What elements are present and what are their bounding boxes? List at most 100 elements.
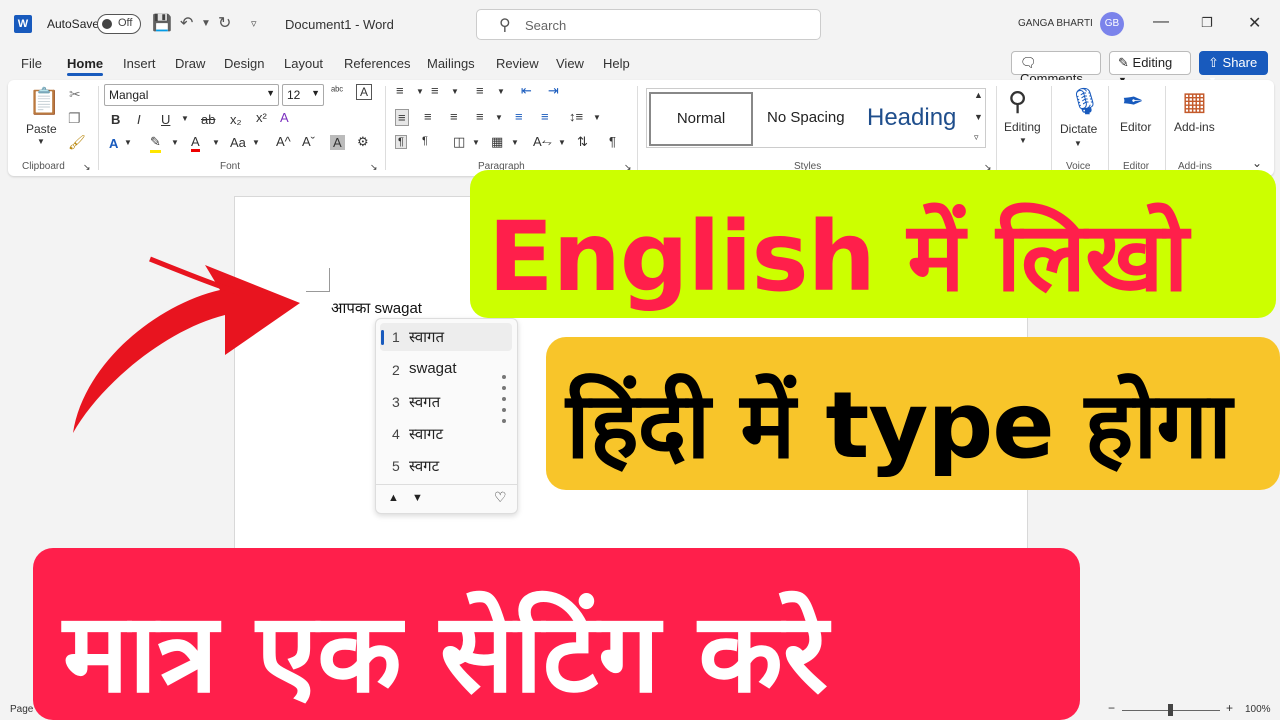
decrease-indent-icon[interactable]: ⇤: [521, 83, 532, 99]
candidate-item[interactable]: 3 स्वगत: [380, 388, 512, 416]
tab-mailings[interactable]: Mailings: [427, 56, 475, 71]
avatar[interactable]: GB: [1100, 12, 1124, 36]
style-no-spacing[interactable]: No Spacing: [767, 109, 845, 126]
font-size-down-icon[interactable]: Aa: [230, 135, 246, 150]
superscript-icon[interactable]: x²: [256, 110, 267, 125]
microphone-icon[interactable]: 🎙: [1068, 86, 1101, 117]
copy-icon[interactable]: ❐: [68, 110, 81, 127]
autosave-toggle[interactable]: Off: [97, 14, 141, 34]
editor-pen-icon[interactable]: ✒: [1122, 86, 1144, 117]
restore-icon[interactable]: ❐: [1201, 15, 1213, 31]
candidate-item[interactable]: 5 स्वगट: [380, 452, 512, 480]
document-text[interactable]: आपका swagat: [331, 298, 422, 318]
columns-icon[interactable]: ≡: [541, 109, 549, 124]
candidate-item[interactable]: 4 स्वागट: [380, 420, 512, 448]
tab-home[interactable]: Home: [67, 56, 103, 71]
enclose-characters-icon[interactable]: ⚙: [357, 134, 369, 150]
paste-label[interactable]: Paste: [26, 122, 57, 136]
tab-view[interactable]: View: [556, 56, 584, 71]
grow-font-icon[interactable]: A^: [276, 134, 291, 149]
paste-dropdown-icon[interactable]: ▼: [37, 137, 45, 146]
styles-more-icon[interactable]: ▿: [974, 132, 979, 143]
chevron-down-icon[interactable]: ▼: [212, 138, 220, 147]
page-down-icon[interactable]: ▼: [412, 492, 423, 504]
italic-icon[interactable]: I: [137, 112, 141, 127]
candidate-item[interactable]: 1 स्वागत: [380, 323, 512, 351]
borders-icon[interactable]: ▦: [491, 134, 503, 150]
undo-icon[interactable]: ↶: [180, 13, 193, 33]
tab-file[interactable]: File: [21, 56, 42, 71]
comments-button[interactable]: 🗨 Comments: [1011, 51, 1101, 86]
chevron-down-icon[interactable]: ▼: [558, 138, 566, 147]
chevron-down-icon[interactable]: ▼: [124, 138, 132, 147]
ribbon-collapse-icon[interactable]: ⌄: [1252, 156, 1262, 170]
dictate-button[interactable]: Dictate: [1060, 122, 1097, 136]
clear-formatting-icon[interactable]: A: [356, 84, 373, 100]
text-effects-icon[interactable]: A: [109, 136, 118, 151]
editing-group-button[interactable]: Editing: [1004, 120, 1041, 134]
editing-mode-button[interactable]: ✎ Editing ▼: [1109, 51, 1191, 85]
rtl-direction-icon[interactable]: ¶: [422, 135, 428, 147]
tab-design[interactable]: Design: [224, 56, 264, 71]
chevron-down-icon[interactable]: ▼: [495, 113, 503, 122]
distributed-icon[interactable]: ≡: [515, 109, 523, 124]
font-name-select[interactable]: Mangal ▼: [104, 84, 279, 106]
sort-icon[interactable]: ⇅: [577, 134, 588, 150]
undo-dropdown-icon[interactable]: ▼: [201, 18, 211, 29]
save-icon[interactable]: 💾: [152, 13, 172, 33]
subscript-icon[interactable]: x₂: [230, 112, 242, 127]
font-launcher-icon[interactable]: ↘: [370, 162, 378, 173]
tab-layout[interactable]: Layout: [284, 56, 323, 71]
numbering-icon[interactable]: ≡: [431, 83, 439, 98]
underline-icon[interactable]: U: [161, 112, 170, 127]
chevron-down-icon[interactable]: ▼: [1074, 139, 1082, 148]
add-ins-grid-icon[interactable]: ▦: [1182, 86, 1207, 117]
clipboard-launcher-icon[interactable]: ↘: [83, 162, 91, 173]
style-normal[interactable]: Normal: [649, 92, 753, 146]
chevron-down-icon[interactable]: ▼: [511, 138, 519, 147]
font-color-icon[interactable]: A: [191, 134, 200, 152]
search-box[interactable]: ⚲ Search: [476, 9, 821, 40]
align-right-icon[interactable]: ≡: [450, 109, 458, 124]
close-icon[interactable]: ✕: [1248, 13, 1261, 33]
highlight-color-icon[interactable]: ✎: [150, 134, 161, 153]
chevron-down-icon[interactable]: ▼: [1019, 136, 1027, 145]
redo-icon[interactable]: ↻: [218, 13, 231, 33]
customize-toolbar-icon[interactable]: ▿: [251, 17, 257, 30]
minimize-icon[interactable]: —: [1153, 13, 1169, 31]
ime-scroll-dots-icon[interactable]: [502, 375, 506, 430]
tab-draw[interactable]: Draw: [175, 56, 205, 71]
paste-icon[interactable]: 📋: [28, 86, 60, 117]
character-shading-icon[interactable]: A: [330, 135, 345, 150]
justify-icon[interactable]: ≡: [476, 109, 484, 124]
chevron-down-icon[interactable]: ▼: [472, 138, 480, 147]
line-spacing-icon[interactable]: ↕≡: [569, 109, 583, 124]
styles-scroll-up-icon[interactable]: ▲: [974, 90, 983, 100]
bullets-icon[interactable]: ≡: [396, 83, 404, 98]
shading-icon[interactable]: ◫: [453, 134, 465, 150]
tab-review[interactable]: Review: [496, 56, 539, 71]
style-heading[interactable]: Heading: [867, 104, 956, 132]
zoom-in-icon[interactable]: +: [1226, 701, 1233, 715]
chevron-down-icon[interactable]: ▼: [451, 87, 459, 96]
bold-icon[interactable]: B: [111, 112, 120, 127]
show-formatting-icon[interactable]: ¶: [609, 134, 616, 149]
add-ins-button[interactable]: Add-ins: [1174, 120, 1215, 134]
tab-references[interactable]: References: [344, 56, 410, 71]
asian-layout-icon[interactable]: A⥊: [533, 134, 552, 150]
editor-button[interactable]: Editor: [1120, 120, 1151, 134]
page-up-icon[interactable]: ▲: [388, 492, 399, 504]
styles-scroll-down-icon[interactable]: ▼: [974, 112, 983, 122]
cut-icon[interactable]: ✂: [69, 86, 81, 103]
find-icon[interactable]: ⚲: [1008, 86, 1027, 117]
format-painter-icon[interactable]: 🖌: [68, 134, 86, 151]
zoom-out-icon[interactable]: −: [1108, 701, 1115, 715]
chevron-down-icon[interactable]: ▼: [593, 113, 601, 122]
change-case-icon[interactable]: ᵃᵇᶜ: [331, 85, 343, 97]
multilevel-list-icon[interactable]: ≡: [476, 83, 484, 98]
zoom-slider-handle[interactable]: [1168, 704, 1173, 716]
tab-help[interactable]: Help: [603, 56, 630, 71]
font-size-select[interactable]: 12 ▼: [282, 84, 324, 106]
tab-insert[interactable]: Insert: [123, 56, 156, 71]
strikethrough-icon[interactable]: ab: [201, 112, 215, 127]
